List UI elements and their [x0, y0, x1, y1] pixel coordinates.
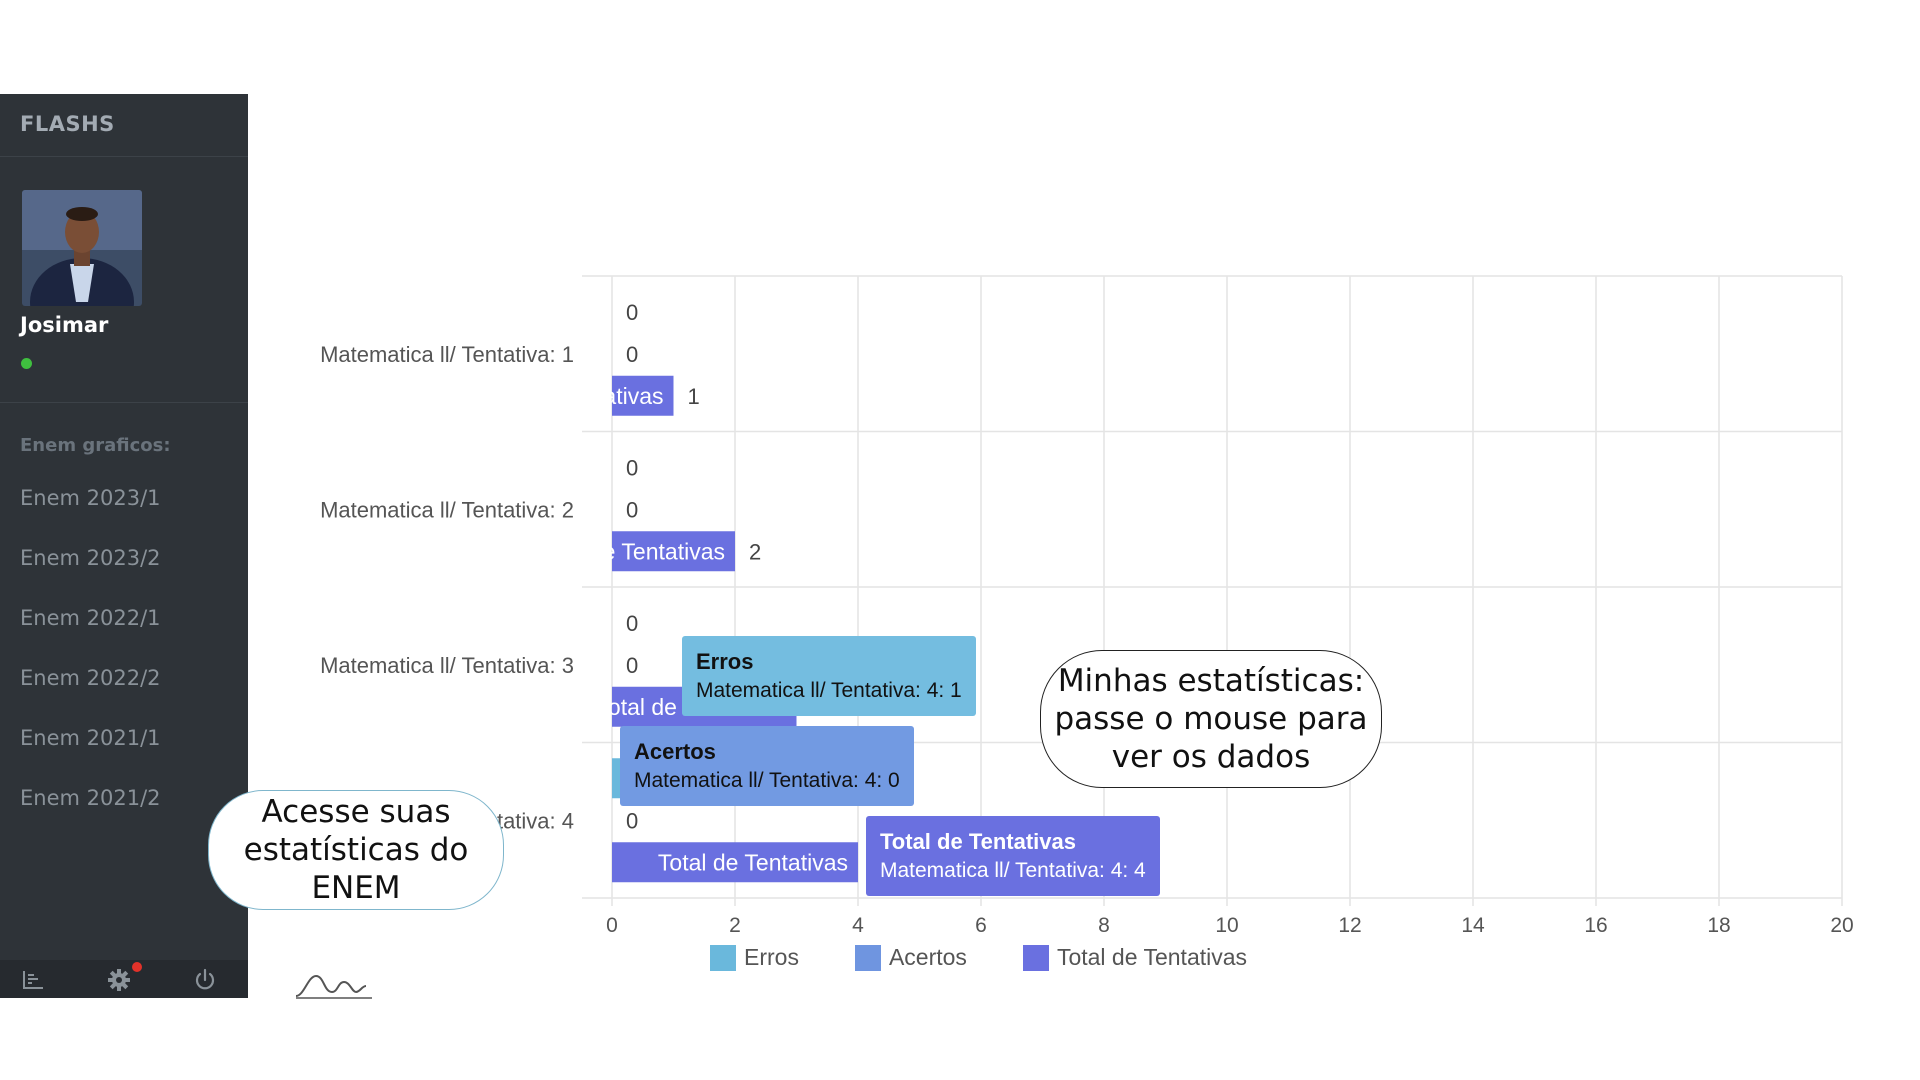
- callout-text: Acesse suas estatísticas do ENEM: [243, 794, 469, 906]
- x-tick-label: 14: [1461, 914, 1485, 937]
- x-tick-label: 0: [606, 914, 618, 937]
- tooltip-title: Acertos: [634, 739, 716, 764]
- legend-label: Erros: [744, 944, 799, 970]
- data-label: 0: [626, 808, 638, 833]
- data-label: 1: [688, 384, 700, 409]
- x-tick-label: 16: [1584, 914, 1607, 937]
- legend-item-acertos[interactable]: Acertos: [854, 944, 967, 971]
- callout-text: Minhas estatísticas: passe o mouse para …: [1054, 663, 1368, 775]
- data-label: 0: [626, 300, 638, 325]
- data-label: 0: [626, 342, 638, 367]
- tooltip-title: Total de Tentativas: [880, 829, 1077, 854]
- bar-inner-label: Total de Tentativas: [535, 538, 725, 564]
- tooltip-acertos: Acertos Matematica ll/ Tentativa: 4: 0: [620, 726, 914, 806]
- data-label: 2: [749, 539, 761, 564]
- callout-access-stats: Acesse suas estatísticas do ENEM: [208, 790, 504, 910]
- x-tick-label: 10: [1215, 914, 1238, 937]
- legend-label: Acertos: [888, 944, 967, 970]
- tooltip-total-de-tentativas: Total de Tentativas Matematica ll/ Tenta…: [866, 816, 1160, 896]
- tooltip-erros: Erros Matematica ll/ Tentativa: 4: 1: [682, 636, 976, 716]
- legend-swatch: [854, 944, 881, 971]
- data-label: 0: [626, 455, 638, 480]
- chart-legend: Erros Acertos Total de Tentativas: [710, 944, 1303, 971]
- callout-hover-hint: Minhas estatísticas: passe o mouse para …: [1040, 650, 1382, 788]
- data-label: 0: [626, 653, 638, 678]
- x-tick-label: 4: [852, 914, 864, 937]
- x-tick-label: 8: [1098, 914, 1110, 937]
- tooltip-body: Matematica ll/ Tentativa: 4: 4: [880, 859, 1146, 882]
- mini-line-chart-icon: [295, 974, 372, 999]
- legend-item-erros[interactable]: Erros: [710, 944, 799, 971]
- legend-label: Total de Tentativas: [1056, 944, 1248, 970]
- legend-swatch: [1022, 944, 1049, 971]
- category-label: Matematica ll/ Tentativa: 2: [320, 497, 574, 522]
- stats-bar-chart: 0 2 4 6 8 10 12 14 16 18 20Matematica ll/ Tentativ…: [320, 275, 1854, 937]
- data-label: 0: [626, 497, 638, 522]
- tooltip-title: Erros: [696, 649, 754, 674]
- bar-inner-label: Total de Tentativas: [473, 383, 663, 409]
- x-tick-label: 20: [1830, 914, 1853, 937]
- legend-swatch: [710, 944, 736, 971]
- tooltip-body: Matematica ll/ Tentativa: 4: 1: [696, 679, 962, 702]
- x-tick-label: 12: [1338, 914, 1361, 937]
- legend-item-total-de-tentativas[interactable]: Total de Tentativas: [1022, 944, 1248, 971]
- data-label: 0: [626, 611, 638, 636]
- category-label: Matematica ll/ Tentativa: 3: [320, 653, 574, 678]
- bar-inner-label: Total de Tentativas: [658, 849, 848, 875]
- tooltip-body: Matematica ll/ Tentativa: 4: 0: [634, 769, 900, 792]
- x-tick-label: 18: [1707, 914, 1730, 937]
- x-tick-label: 2: [729, 914, 741, 937]
- x-tick-label: 6: [975, 914, 987, 937]
- category-label: Matematica ll/ Tentativa: 1: [320, 342, 574, 367]
